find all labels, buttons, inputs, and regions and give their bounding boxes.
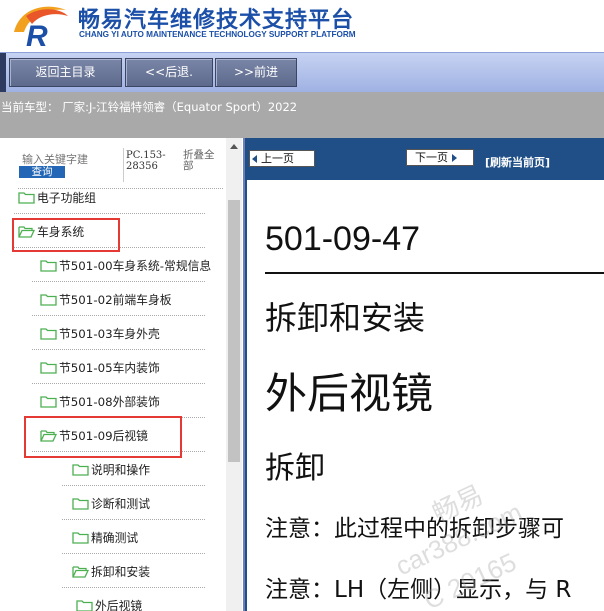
folder-icon <box>76 599 93 611</box>
content-pane: 上一页 下一页 [刷新当前页] 501-09-47 拆卸和安装 外后视镜 拆卸 … <box>245 138 604 611</box>
header: R 畅易汽车维修技术支持平台 CHANG YI AUTO MAINTENANCE… <box>0 0 604 52</box>
tree-item[interactable]: 节501-08外部装饰 <box>40 390 160 412</box>
tree-separator <box>62 587 205 589</box>
section-heading: 拆卸和安装 <box>265 299 426 337</box>
tree-item-label: 电子功能组 <box>37 190 96 205</box>
tree-separator <box>62 519 205 521</box>
document-number: 501-09-47 <box>265 220 421 258</box>
prev-page-label: 上一页 <box>261 152 294 165</box>
prev-arrow-icon <box>252 154 257 163</box>
folder-icon <box>40 327 57 340</box>
tree-item-label: 拆卸和安装 <box>91 564 150 579</box>
tree-item[interactable]: 拆卸和安装 <box>72 560 150 582</box>
highlight-box <box>12 218 120 252</box>
home-button[interactable]: 返回主目录 <box>9 58 122 87</box>
tree-item[interactable]: 电子功能组 <box>18 186 96 208</box>
tree-item[interactable]: 外后视镜 <box>76 594 142 611</box>
highlight-box <box>24 416 182 458</box>
refresh-link[interactable]: [刷新当前页] <box>485 154 550 170</box>
collapse-all-link[interactable]: 折叠全部 <box>183 150 219 172</box>
search-button[interactable]: 查询 <box>19 166 65 178</box>
folder-icon <box>40 259 57 272</box>
folder-icon <box>72 463 89 476</box>
model-bar: 当前车型： 厂家:J-江铃福特领睿（Equator Sport）2022 <box>0 92 604 138</box>
next-page-button[interactable]: 下一页 <box>406 149 474 166</box>
tree-item[interactable]: 精确测试 <box>72 526 138 548</box>
tree-separator <box>62 485 205 487</box>
tree-item-label: 节501-05车内装饰 <box>59 360 160 375</box>
folder-icon <box>40 361 57 374</box>
current-model-text: 当前车型： 厂家:J-江铃福特领睿（Equator Sport）2022 <box>1 100 298 114</box>
folder-icon <box>72 531 89 544</box>
tree-item-label: 说明和操作 <box>91 462 150 477</box>
scroll-thumb[interactable] <box>228 200 240 462</box>
tree-separator <box>14 213 205 215</box>
tree-item[interactable]: 节501-03车身外壳 <box>40 322 160 344</box>
logo-icon: R <box>14 6 68 48</box>
tree-item[interactable]: 节501-00车身系统-常规信息 <box>40 254 211 276</box>
tree-separator <box>62 553 205 555</box>
nav-strip <box>0 53 6 93</box>
divider <box>123 148 124 182</box>
title-rule <box>265 272 604 274</box>
subsection-heading: 拆卸 <box>265 451 325 486</box>
tree-item-label: 精确测试 <box>91 530 139 545</box>
tree-item[interactable]: 节501-02前端车身板 <box>40 288 172 310</box>
tree-item[interactable]: 诊断和测试 <box>72 492 150 514</box>
page-title: 外后视镜 <box>265 369 434 418</box>
svg-text:R: R <box>26 20 48 48</box>
tree-item-label: 节501-03车身外壳 <box>59 326 160 341</box>
next-page-label: 下一页 <box>415 151 448 164</box>
search-area: 查询 PC.153-28356 折叠全部 <box>0 138 225 190</box>
prev-page-button[interactable]: 上一页 <box>249 150 315 167</box>
tree-item-label: 外后视镜 <box>95 598 143 611</box>
nav-toolbar: 返回主目录 <<后退. >>前进 <box>0 52 604 93</box>
tree-separator <box>32 315 205 317</box>
folder-icon <box>40 293 57 306</box>
back-button[interactable]: <<后退. <box>125 58 213 87</box>
page-nav-bar: 上一页 下一页 [刷新当前页] <box>245 138 604 180</box>
tree-item-label: 诊断和测试 <box>91 496 150 511</box>
folder-open-icon <box>72 565 89 578</box>
tree-item[interactable]: 节501-05车内装饰 <box>40 356 160 378</box>
next-arrow-icon <box>452 153 457 162</box>
tree-item-label: 节501-00车身系统-常规信息 <box>59 258 212 273</box>
brand-subtitle: CHANG YI AUTO MAINTENANCE TECHNOLOGY SUP… <box>79 30 356 39</box>
tree-separator <box>32 281 205 283</box>
pc-code: PC.153-28356 <box>126 150 166 172</box>
tree-item[interactable]: 说明和操作 <box>72 458 150 480</box>
folder-icon <box>18 191 35 204</box>
frame-border <box>245 180 247 611</box>
scroll-up-icon[interactable] <box>230 144 238 149</box>
sidebar-scrollbar[interactable] <box>226 138 242 611</box>
forward-button[interactable]: >>前进 <box>215 58 297 87</box>
sidebar: 查询 PC.153-28356 折叠全部 电子功能组车身系统节501-00车身系… <box>0 138 243 611</box>
tree-item-label: 节501-08外部装饰 <box>59 394 160 409</box>
tree-item-label: 节501-02前端车身板 <box>59 292 172 307</box>
search-input[interactable] <box>20 151 102 167</box>
folder-icon <box>72 497 89 510</box>
folder-icon <box>40 395 57 408</box>
tree-separator <box>32 349 205 351</box>
tree-separator <box>32 383 205 385</box>
